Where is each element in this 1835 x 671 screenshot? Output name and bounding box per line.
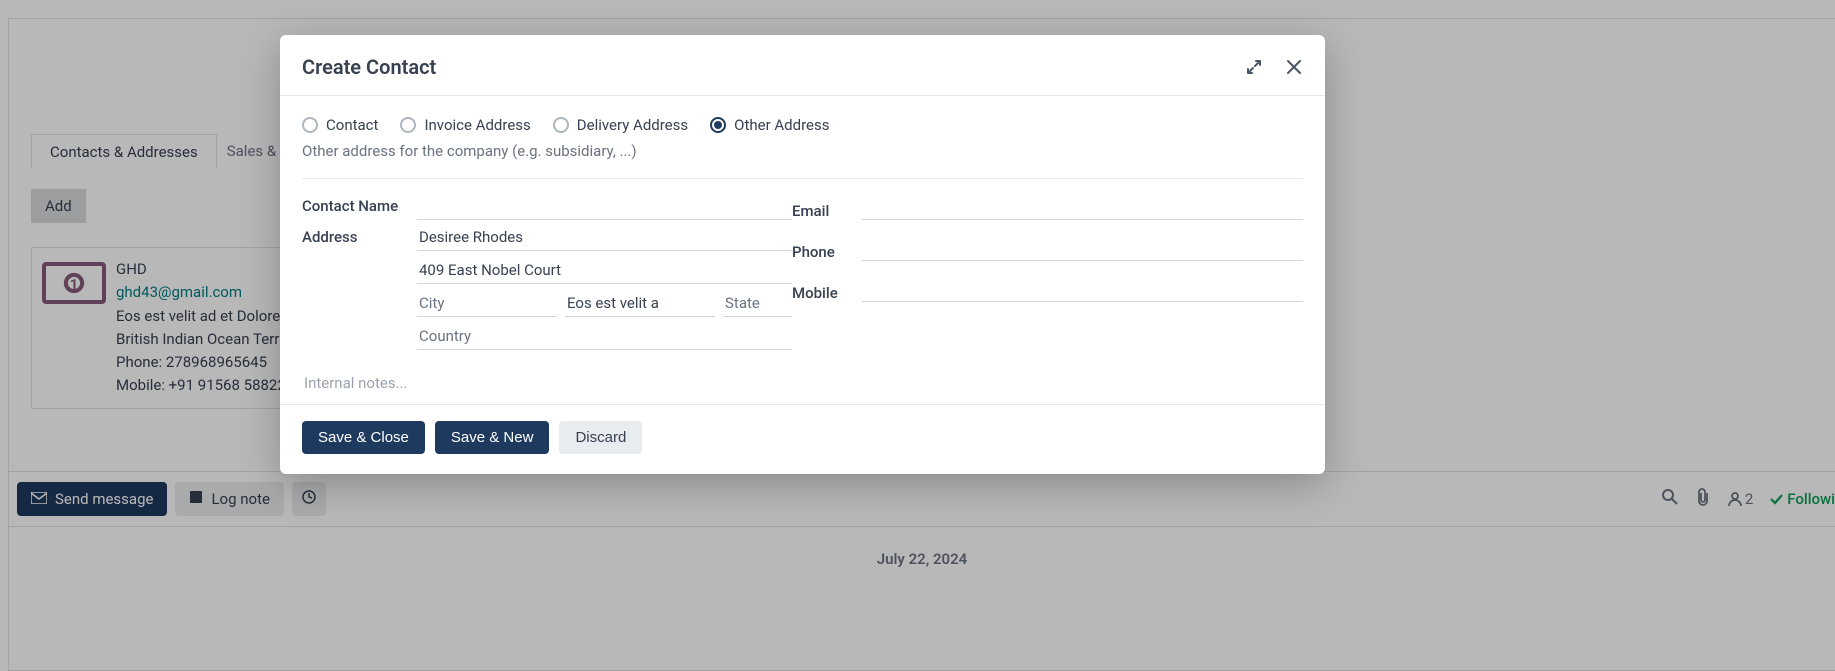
radio-other-address[interactable]: Other Address bbox=[710, 116, 829, 134]
discard-button[interactable]: Discard bbox=[559, 421, 642, 454]
label-email: Email bbox=[792, 198, 862, 220]
radio-icon bbox=[400, 117, 416, 133]
expand-icon[interactable] bbox=[1245, 58, 1263, 76]
internal-notes-input[interactable] bbox=[302, 372, 1303, 394]
modal-title: Create Contact bbox=[302, 55, 436, 79]
divider bbox=[302, 178, 1303, 179]
save-close-button[interactable]: Save & Close bbox=[302, 421, 425, 454]
close-icon[interactable] bbox=[1285, 58, 1303, 76]
radio-icon bbox=[710, 117, 726, 133]
contact-type-radios: Contact Invoice Address Delivery Address… bbox=[302, 116, 1303, 134]
address-state-input[interactable] bbox=[723, 290, 792, 317]
radio-icon bbox=[302, 117, 318, 133]
radio-delivery-address[interactable]: Delivery Address bbox=[553, 116, 688, 134]
form-grid: Contact Name Email Phone Mobile Address bbox=[302, 193, 1303, 394]
modal-footer: Save & Close Save & New Discard bbox=[280, 404, 1325, 474]
radio-invoice-address[interactable]: Invoice Address bbox=[400, 116, 530, 134]
address-name-input[interactable] bbox=[417, 224, 792, 251]
radio-invoice-label: Invoice Address bbox=[424, 116, 530, 134]
label-phone: Phone bbox=[792, 239, 862, 261]
address-zip-value[interactable]: Eos est velit a bbox=[565, 290, 715, 317]
modal-header: Create Contact bbox=[280, 35, 1325, 96]
label-mobile: Mobile bbox=[792, 280, 862, 302]
radio-icon bbox=[553, 117, 569, 133]
mobile-input[interactable] bbox=[862, 275, 1303, 302]
email-input[interactable] bbox=[862, 193, 1303, 220]
address-street-input[interactable] bbox=[417, 257, 792, 284]
create-contact-modal: Create Contact Contact Invoice Address D… bbox=[280, 35, 1325, 474]
contact-type-hint: Other address for the company (e.g. subs… bbox=[302, 142, 1303, 160]
modal-body: Contact Invoice Address Delivery Address… bbox=[280, 96, 1325, 404]
contact-name-input[interactable] bbox=[417, 193, 792, 220]
radio-other-label: Other Address bbox=[734, 116, 829, 134]
radio-contact-label: Contact bbox=[326, 116, 378, 134]
address-city-input[interactable] bbox=[417, 290, 557, 317]
label-address: Address bbox=[302, 224, 417, 246]
phone-input[interactable] bbox=[862, 234, 1303, 261]
radio-delivery-label: Delivery Address bbox=[577, 116, 688, 134]
save-new-button[interactable]: Save & New bbox=[435, 421, 550, 454]
radio-contact[interactable]: Contact bbox=[302, 116, 378, 134]
label-contact-name: Contact Name bbox=[302, 193, 417, 215]
address-country-input[interactable] bbox=[417, 323, 792, 350]
